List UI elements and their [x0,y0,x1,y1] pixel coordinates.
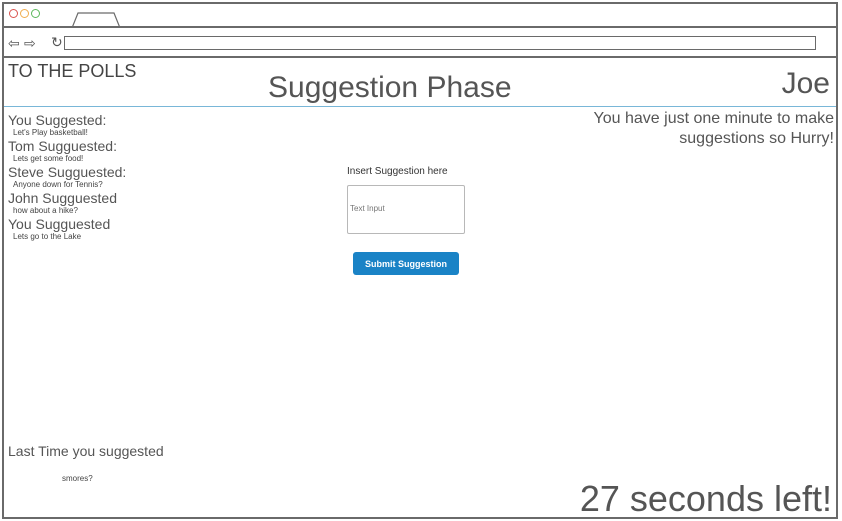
suggester-label: Tom Sugguested: [8,138,117,154]
suggestion-text: Lets get some food! [13,154,84,163]
minimize-window-dot[interactable] [20,9,29,18]
suggester-label: You Sugguested [8,216,111,232]
suggestion-text: Anyone down for Tennis? [13,180,103,189]
browser-window: ⇦ ⇨ ↻ TO THE POLLS Suggestion Phase Joe … [2,2,838,519]
browser-tab[interactable] [72,11,120,28]
window-controls [9,9,40,18]
suggestion-text: Let's Play basketball! [13,128,88,137]
time-notice: You have just one minute to make suggest… [593,110,834,147]
app-brand[interactable]: TO THE POLLS [8,61,136,82]
user-name: Joe [781,67,830,100]
title-bar [4,4,836,28]
list-item: You Suggested: Let's Play basketball! [8,113,248,138]
close-window-dot[interactable] [9,9,18,18]
maximize-window-dot[interactable] [31,9,40,18]
list-item: You Sugguested Lets go to the Lake [8,217,248,242]
suggestion-text: Lets go to the Lake [13,232,82,241]
submit-suggestion-button[interactable]: Submit Suggestion [353,252,459,275]
address-bar: ⇦ ⇨ ↻ [4,30,836,58]
suggestion-text: how about a hike? [13,206,78,215]
list-item: Tom Sugguested: Lets get some food! [8,139,248,164]
suggester-label: Steve Sugguested: [8,164,127,180]
back-icon[interactable]: ⇦ [8,36,20,50]
list-item: Steve Sugguested: Anyone down for Tennis… [8,165,248,190]
list-item: John Sugguested how about a hike? [8,191,248,216]
page-title: Suggestion Phase [268,71,512,104]
last-suggestion-value: smores? [62,474,93,483]
suggestion-input-label: Insert Suggestion here [347,166,448,177]
suggestion-input[interactable] [347,185,465,234]
url-field[interactable] [64,36,816,50]
countdown-timer: 27 seconds left! [579,478,832,519]
page-content: TO THE POLLS Suggestion Phase Joe You Su… [4,60,836,519]
last-suggestion-label: Last Time you suggested [8,443,164,459]
suggestion-history: You Suggested: Let's Play basketball! To… [8,113,248,243]
suggester-label: John Sugguested [8,190,117,206]
suggestion-form: Insert Suggestion here Submit Suggestion [347,166,487,275]
suggester-label: You Suggested: [8,112,107,128]
forward-icon[interactable]: ⇨ [24,36,36,50]
reload-icon[interactable]: ↻ [51,35,63,49]
header-divider [4,106,836,107]
